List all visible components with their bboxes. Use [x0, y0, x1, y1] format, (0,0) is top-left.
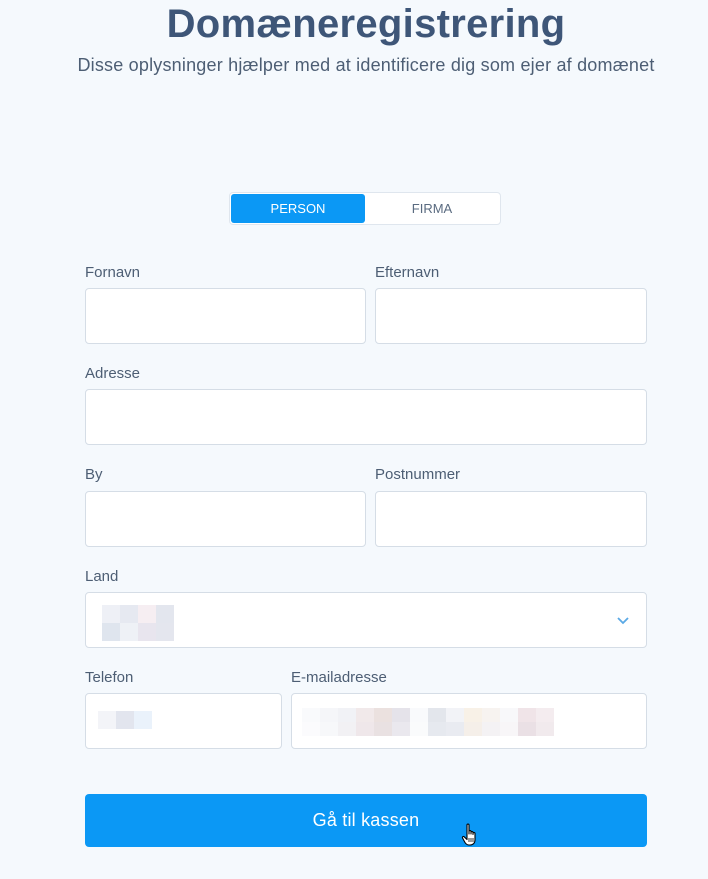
email-field[interactable] [291, 693, 647, 749]
phone-value-redacted [98, 711, 152, 734]
page-subtitle: Disse oplysninger hjælper med at identif… [77, 55, 655, 75]
postal-code-label: Postnummer [375, 466, 461, 483]
address-label: Adresse [85, 365, 141, 382]
first-name-input[interactable] [86, 289, 365, 343]
hand-pointer-icon [461, 823, 476, 846]
page-title: Domæneregistrering [166, 2, 566, 46]
address-input[interactable] [86, 390, 646, 444]
country-value-redacted [102, 605, 174, 641]
toggle-company[interactable]: FIRMA [365, 194, 499, 223]
city-input[interactable] [86, 492, 365, 546]
checkout-button[interactable]: Gå til kassen [85, 794, 647, 847]
last-name-field [375, 288, 647, 344]
email-label: E-mailadresse [291, 669, 387, 686]
phone-label: Telefon [85, 669, 134, 686]
first-name-label: Fornavn [85, 264, 141, 281]
postal-code-input[interactable] [376, 492, 646, 546]
postal-code-field [375, 491, 647, 547]
country-select[interactable] [85, 592, 647, 648]
first-name-field [85, 288, 366, 344]
last-name-input[interactable] [376, 289, 646, 343]
phone-field[interactable] [85, 693, 282, 749]
chevron-down-icon [617, 617, 629, 625]
toggle-person[interactable]: PERSON [231, 194, 365, 223]
city-label: By [85, 466, 103, 483]
country-label: Land [85, 568, 119, 585]
registrant-type-toggle: PERSON FIRMA [229, 192, 501, 225]
city-field [85, 491, 366, 547]
email-value-redacted [302, 708, 572, 741]
last-name-label: Efternavn [375, 264, 440, 281]
address-field [85, 389, 647, 445]
